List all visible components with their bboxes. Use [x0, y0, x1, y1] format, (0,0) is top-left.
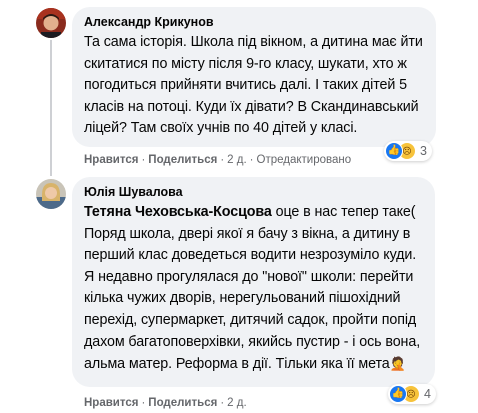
comment-thread: Александр Крикунов Та сама історія. Школ… — [0, 0, 478, 413]
separator-dot: · — [249, 154, 254, 166]
avatar-image — [36, 179, 66, 209]
separator-dot: · — [141, 397, 146, 409]
avatar-image — [36, 8, 66, 38]
mention-link[interactable]: Тетяна Чеховська-Косцова — [84, 204, 272, 220]
reaction-count: 3 — [420, 144, 427, 158]
reaction-summary[interactable]: 👍 ☹ 4 — [388, 384, 436, 404]
timestamp[interactable]: 2 д. — [227, 397, 247, 409]
like-icon: 👍 — [389, 385, 407, 403]
like-icon: 👍 — [385, 142, 403, 160]
thread-line — [50, 40, 52, 176]
share-button[interactable]: Поделиться — [148, 154, 217, 166]
comment-bubble: Александр Крикунов Та сама історія. Школ… — [72, 7, 436, 147]
comment-bubble: Юлія Шувалова Тетяна Чеховська-Косцова о… — [72, 177, 435, 387]
edited-label: Отредактировано — [256, 154, 352, 166]
separator-dot: · — [220, 397, 225, 409]
comment-author[interactable]: Юлія Шувалова — [84, 184, 423, 200]
reaction-count: 4 — [424, 387, 431, 401]
avatar[interactable] — [36, 8, 66, 38]
comment-text: Та сама історія. Школа під вікном, а дит… — [84, 32, 424, 140]
facepalm-icon: 🤦 — [389, 356, 406, 372]
comment-text-content: Та сама історія. Школа під вікном, а дит… — [84, 34, 423, 137]
comment-actions: Нравится · Поделиться · 2 д. · Отредактировано — [84, 153, 351, 167]
share-button[interactable]: Поделиться — [148, 397, 217, 409]
comment-actions: Нравится · Поделиться · 2 д. — [84, 396, 247, 410]
like-button[interactable]: Нравится — [84, 154, 138, 166]
comment-text: Тетяна Чеховська-Косцова оце в нас тепер… — [84, 202, 423, 376]
avatar[interactable] — [36, 179, 66, 209]
timestamp[interactable]: 2 д. — [227, 154, 247, 166]
comment-text-remainder: оце в нас тепер таке( Поряд школа, двері… — [84, 204, 421, 373]
reaction-summary[interactable]: 👍 ☹ 3 — [384, 141, 432, 161]
comment-author[interactable]: Александр Крикунов — [84, 14, 424, 30]
separator-dot: · — [141, 154, 146, 166]
separator-dot: · — [220, 154, 225, 166]
like-button[interactable]: Нравится — [84, 397, 138, 409]
comment-text-content: Тетяна Чеховська-Косцова оце в нас тепер… — [84, 202, 423, 376]
